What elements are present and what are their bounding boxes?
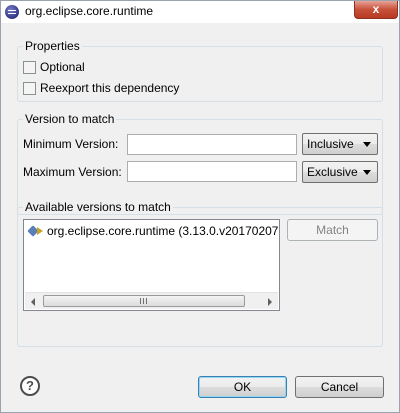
close-button[interactable]: x [354, 1, 398, 19]
eclipse-icon [5, 5, 19, 19]
cancel-button[interactable]: Cancel [295, 376, 384, 398]
help-icon[interactable]: ? [20, 376, 40, 396]
optional-checkbox[interactable] [23, 60, 36, 74]
max-bound-value: Exclusive [307, 165, 358, 179]
list-item[interactable]: org.eclipse.core.runtime (3.13.0.v201702… [27, 224, 280, 238]
min-version-label: Minimum Version: [23, 137, 119, 151]
window-title: org.eclipse.core.runtime [25, 4, 154, 18]
list-item-label: org.eclipse.core.runtime (3.13.0.v201702… [47, 224, 280, 238]
horizontal-scrollbar[interactable] [25, 292, 278, 309]
max-version-input[interactable] [127, 161, 297, 182]
min-bound-select[interactable]: Inclusive [302, 133, 378, 155]
title-bar: org.eclipse.core.runtime x [1, 1, 399, 23]
properties-group-title: Properties [23, 39, 82, 53]
optional-label: Optional [40, 60, 85, 74]
max-version-label: Maximum Version: [23, 165, 122, 179]
reexport-label: Reexport this dependency [40, 81, 180, 95]
reexport-row[interactable]: Reexport this dependency [23, 81, 179, 95]
grip-icon [140, 298, 148, 304]
version-group-title: Version to match [23, 112, 117, 126]
chevron-down-icon [363, 142, 371, 147]
max-bound-select[interactable]: Exclusive [302, 161, 378, 183]
scroll-thumb[interactable] [43, 295, 245, 307]
scroll-right-icon[interactable] [268, 298, 272, 306]
plugin-icon [27, 224, 44, 238]
available-group-title: Available versions to match [23, 200, 173, 214]
min-bound-value: Inclusive [307, 137, 354, 151]
ok-button[interactable]: OK [198, 376, 287, 398]
dialog-window: org.eclipse.core.runtime x Properties Op… [0, 0, 400, 413]
optional-row[interactable]: Optional [23, 60, 85, 74]
scroll-left-icon[interactable] [31, 298, 35, 306]
reexport-checkbox[interactable] [23, 81, 36, 95]
match-button[interactable]: Match [287, 219, 378, 241]
min-version-input[interactable] [127, 134, 297, 155]
chevron-down-icon [363, 170, 371, 175]
dialog-body: Properties Optional Reexport this depend… [1, 23, 399, 412]
versions-list[interactable]: org.eclipse.core.runtime (3.13.0.v201702… [23, 219, 280, 311]
